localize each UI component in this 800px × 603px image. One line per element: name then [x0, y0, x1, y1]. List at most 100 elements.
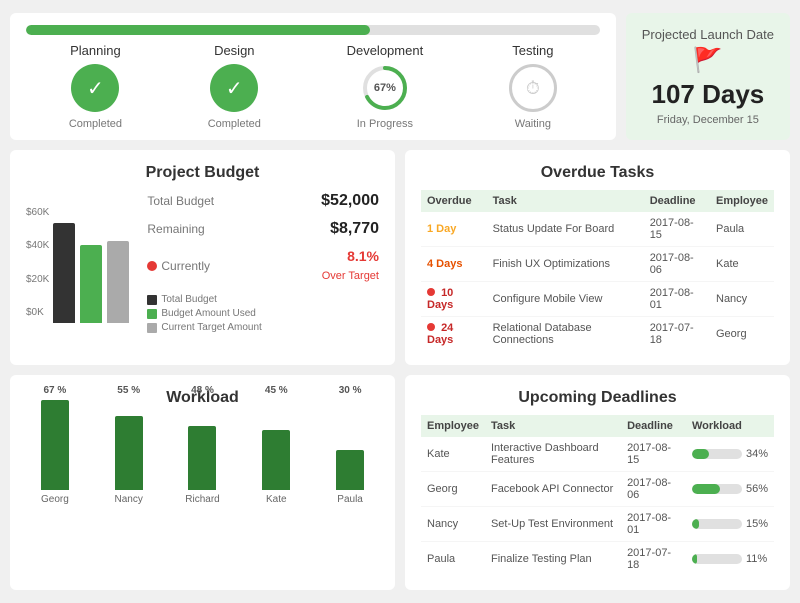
dl-col-deadline: Deadline — [621, 415, 686, 437]
dl-deadline: 2017-07-18 — [621, 542, 686, 577]
progress-pill-fill — [692, 554, 698, 564]
phase-planning-icon: ✓ — [71, 64, 119, 112]
overdue-row: 4 Days Finish UX Optimizations 2017-08-0… — [421, 247, 774, 282]
dl-workload: 56% — [686, 472, 774, 507]
workload-bar-container — [262, 400, 290, 490]
dl-task: Interactive Dashboard Features — [485, 437, 621, 472]
stat-pct-value: 8.1% — [347, 248, 379, 264]
workload-percent: 55 % — [117, 385, 140, 396]
bar-label-60k: $60K — [26, 207, 49, 218]
workload-bar-inner — [188, 426, 216, 490]
progress-pill — [692, 554, 742, 564]
launch-date-str: Friday, December 15 — [657, 114, 759, 126]
dl-employee: Kate — [421, 437, 485, 472]
stat-currently: Currently 8.1% Over Target — [147, 248, 379, 284]
overdue-card: Overdue Tasks Overdue Task Deadline Empl… — [405, 150, 790, 365]
legend-target: Current Target Amount — [147, 322, 379, 333]
overdue-row: 1 Day Status Update For Board 2017-08-15… — [421, 212, 774, 247]
red-dot — [427, 288, 435, 296]
overdue-deadline: 2017-08-01 — [644, 282, 710, 317]
phase-design: Design ✓ Completed — [208, 43, 261, 130]
bar-target — [107, 241, 129, 323]
launch-days: 107 Days — [651, 79, 764, 110]
workload-bar-wrap: 45 % Kate — [247, 385, 305, 505]
workload-bar-container — [188, 400, 216, 490]
workload-bar-inner — [115, 416, 143, 490]
overdue-table: Overdue Task Deadline Employee 1 Day Sta… — [421, 190, 774, 351]
bar-label-40k: $40K — [26, 240, 49, 251]
phase-planning-status: Completed — [69, 118, 122, 130]
progress-phases: Planning ✓ Completed Design ✓ Completed … — [10, 13, 616, 140]
workload-cell: 11% — [692, 553, 768, 565]
workload-bar-inner — [41, 400, 69, 490]
bar-used — [80, 245, 102, 323]
deadlines-table: Employee Task Deadline Workload Kate Int… — [421, 415, 774, 576]
overdue-days-text: 4 Days — [427, 258, 462, 270]
phase-development-name: Development — [347, 43, 424, 58]
overdue-task: Configure Mobile View — [487, 282, 644, 317]
stat-total-label: Total Budget — [147, 194, 214, 208]
phase-design-name: Design — [214, 43, 254, 58]
workload-percent: 48 % — [191, 385, 214, 396]
phase-testing: Testing ⏱ Waiting — [509, 43, 557, 130]
progress-pill-fill — [692, 484, 720, 494]
workload-bar-inner — [262, 430, 290, 490]
legend-dot-target — [147, 323, 157, 333]
overdue-col-deadline: Deadline — [644, 190, 710, 212]
phase-design-status: Completed — [208, 118, 261, 130]
workload-percent: 30 % — [339, 385, 362, 396]
legend-used: Budget Amount Used — [147, 308, 379, 319]
workload-percent: 45 % — [265, 385, 288, 396]
dl-col-employee: Employee — [421, 415, 485, 437]
overdue-col-task: Task — [487, 190, 644, 212]
progress-pill-fill — [692, 519, 700, 529]
phase-design-icon: ✓ — [210, 64, 258, 112]
top-section: Planning ✓ Completed Design ✓ Completed … — [10, 13, 790, 140]
workload-percent: 67 % — [44, 385, 67, 396]
workload-name: Georg — [41, 494, 69, 505]
budget-title: Project Budget — [26, 164, 379, 182]
dl-deadline: 2017-08-06 — [621, 472, 686, 507]
dl-task: Facebook API Connector — [485, 472, 621, 507]
legend-label-used: Budget Amount Used — [161, 308, 256, 319]
overdue-employee: Paula — [710, 212, 774, 247]
phases: Planning ✓ Completed Design ✓ Completed … — [26, 43, 600, 130]
workload-bar-container — [336, 400, 364, 490]
overdue-days-text: 1 Day — [427, 223, 456, 235]
stat-total: Total Budget $52,000 — [147, 192, 379, 210]
phase-testing-status: Waiting — [515, 118, 551, 130]
budget-bars — [53, 203, 129, 323]
stat-remaining: Remaining $8,770 — [147, 220, 379, 238]
launch-date-card: Projected Launch Date 🚩 107 Days Friday,… — [626, 13, 790, 140]
progress-pill — [692, 519, 742, 529]
workload-bar-wrap: 30 % Paula — [321, 385, 379, 505]
overdue-employee: Georg — [710, 317, 774, 352]
overdue-employee: Kate — [710, 247, 774, 282]
deadline-row: Georg Facebook API Connector 2017-08-06 … — [421, 472, 774, 507]
workload-pct-text: 34% — [746, 448, 768, 460]
dl-col-workload: Workload — [686, 415, 774, 437]
budget-stats: Total Budget $52,000 Remaining $8,770 Cu… — [139, 192, 379, 333]
dl-deadline: 2017-08-15 — [621, 437, 686, 472]
phase-development-pct: 67% — [374, 82, 396, 94]
workload-name: Paula — [337, 494, 363, 505]
progress-pill — [692, 449, 742, 459]
workload-cell: 34% — [692, 448, 768, 460]
workload-bar-container — [41, 400, 69, 490]
overdue-deadline: 2017-08-15 — [644, 212, 710, 247]
phase-planning: Planning ✓ Completed — [69, 43, 122, 130]
overdue-deadline: 2017-08-06 — [644, 247, 710, 282]
dashboard: Planning ✓ Completed Design ✓ Completed … — [10, 13, 790, 590]
flag-icon: 🚩 — [693, 46, 723, 75]
workload-card: Workload 67 % Georg 55 % Nancy 48 % Rich… — [10, 375, 395, 590]
progress-pill — [692, 484, 742, 494]
dl-employee: Georg — [421, 472, 485, 507]
workload-name: Richard — [185, 494, 219, 505]
overdue-days: 1 Day — [421, 212, 487, 247]
stat-currently-label: Currently — [161, 259, 210, 273]
phase-development-icon: 67% — [361, 64, 409, 112]
workload-name: Nancy — [115, 494, 143, 505]
phase-testing-name: Testing — [512, 43, 553, 58]
stat-remaining-label: Remaining — [147, 222, 204, 236]
overdue-deadline: 2017-07-18 — [644, 317, 710, 352]
